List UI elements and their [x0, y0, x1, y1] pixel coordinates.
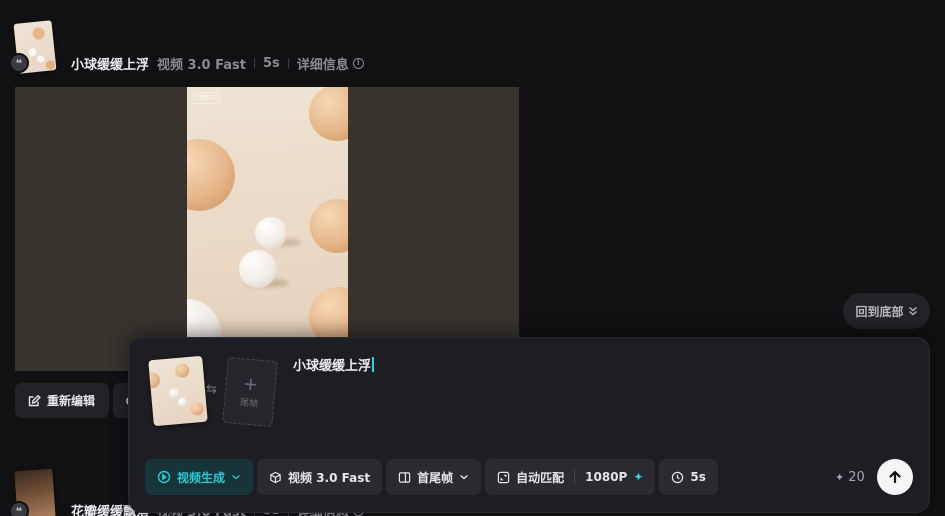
separator — [287, 57, 289, 69]
end-frame-label: 尾帧 — [239, 397, 259, 410]
entry1-duration: 5s — [262, 55, 280, 71]
watermark: 即梦AI — [193, 92, 220, 104]
model-label: 视频 3.0 Fast — [288, 470, 371, 485]
ratio-label: 自动匹配 — [516, 470, 565, 485]
ratio-resolution-selector[interactable]: 自动匹配 1080P ✦ — [485, 459, 656, 495]
chevron-down-icon — [232, 474, 240, 480]
arrow-up-icon — [889, 470, 901, 484]
mode-dropdown[interactable]: 视频生成 — [145, 459, 254, 495]
prompt-text: 小球缓缓上浮 — [293, 359, 372, 374]
ball — [255, 217, 287, 249]
quote-badge-icon: ❝ — [9, 501, 29, 516]
frame-icon — [398, 471, 411, 483]
chevron-down-icon — [460, 474, 469, 480]
video-generate-icon — [157, 470, 171, 484]
plus-icon: + — [242, 372, 260, 396]
composer-toolbar: 视频生成 视频 3.0 Fast 首尾帧 自动匹配 1080P ✦ 5s — [145, 459, 718, 495]
entry1-details-link[interactable]: 详细信息 — [297, 54, 349, 73]
edit-icon — [28, 394, 41, 406]
ball — [239, 250, 277, 288]
first-frame-image[interactable] — [148, 355, 208, 427]
swap-icon[interactable]: ⇆ — [206, 382, 217, 397]
resolution-label: 1080P — [585, 470, 628, 484]
cube-icon — [270, 471, 281, 483]
frame-mode-dropdown[interactable]: 首尾帧 — [386, 459, 482, 495]
info-icon[interactable]: i — [352, 57, 364, 69]
back-to-bottom-button[interactable]: 回到底部 — [843, 293, 930, 329]
entry2-thumbnail[interactable]: ❝ — [9, 468, 60, 516]
entry1-title: 小球缓缓上浮 — [71, 57, 150, 73]
clock-icon — [672, 471, 684, 483]
separator — [574, 470, 576, 484]
entry1-model: 视频 3.0 Fast — [157, 57, 246, 73]
ball — [309, 87, 348, 141]
double-chevron-down-icon — [908, 307, 917, 316]
sparkle-icon: ✦ — [835, 471, 845, 484]
send-button[interactable] — [877, 459, 913, 495]
frame-label: 首尾帧 — [417, 470, 454, 485]
duration-label: 5s — [690, 470, 706, 484]
end-frame-slot[interactable]: + 尾帧 — [222, 356, 278, 428]
model-selector[interactable]: 视频 3.0 Fast — [257, 459, 383, 495]
credits-value: 20 — [848, 470, 865, 485]
reedit-button[interactable]: 重新编辑 — [15, 383, 109, 418]
quote-badge-icon: ❝ — [9, 53, 29, 73]
entry1-thumbnail[interactable]: ❝ — [9, 20, 60, 76]
duration-selector[interactable]: 5s — [659, 459, 718, 495]
mode-label: 视频生成 — [177, 470, 226, 485]
prompt-input[interactable]: 小球缓缓上浮 — [293, 355, 374, 374]
ball — [310, 199, 348, 253]
back-to-bottom-label: 回到底部 — [855, 304, 904, 319]
sparkle-icon: ✦ — [633, 470, 644, 484]
ball — [187, 139, 235, 211]
text-caret — [372, 357, 374, 372]
composer-panel: ⇆ + 尾帧 小球缓缓上浮 视频生成 视频 3.0 Fast 首尾帧 自动匹配 … — [128, 337, 930, 513]
reedit-label: 重新编辑 — [47, 394, 96, 408]
video-preview[interactable]: 即梦AI — [15, 87, 519, 371]
credits-cost: ✦ 20 — [835, 470, 865, 485]
separator — [253, 57, 255, 69]
aspect-ratio-icon — [497, 471, 510, 483]
entry1-meta-row: 小球缓缓上浮 视频 3.0 Fast 5s 详细信息 i — [71, 54, 364, 73]
video-poster: 即梦AI — [187, 87, 348, 371]
